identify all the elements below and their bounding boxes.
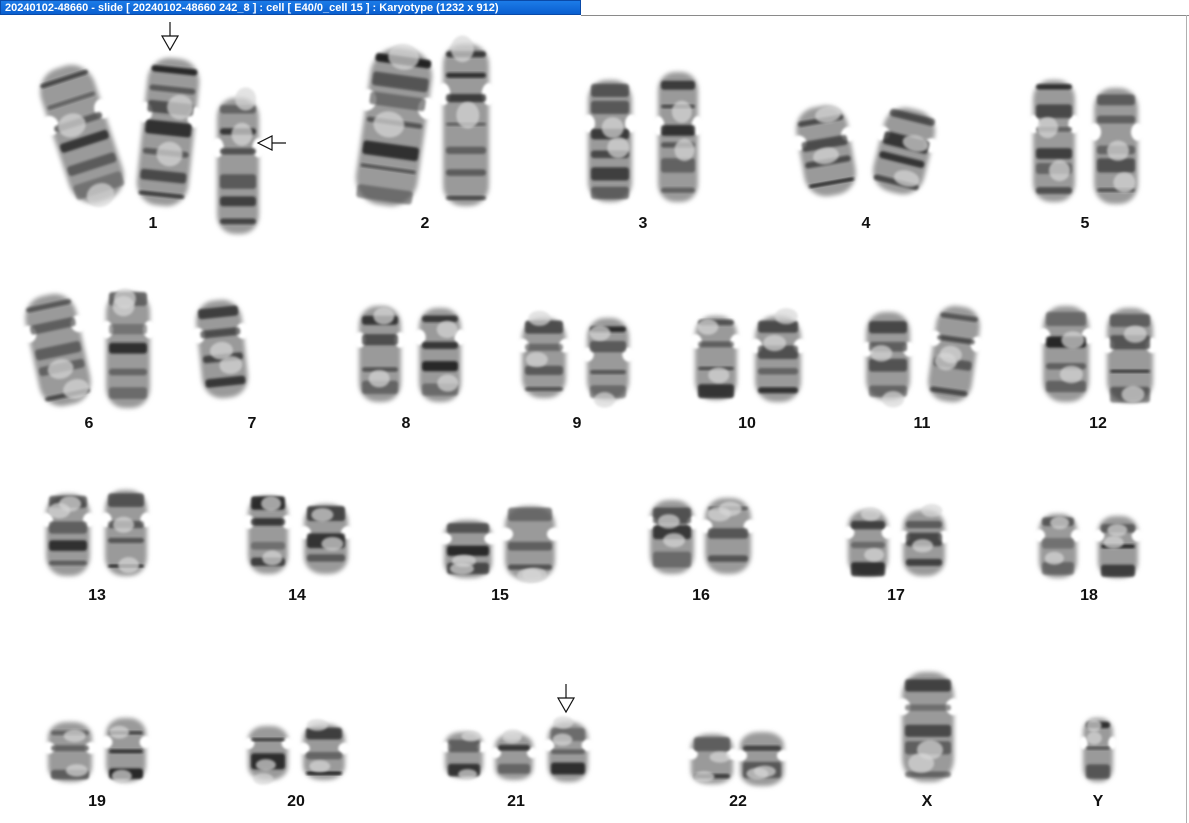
chromosome-17-1[interactable]: [841, 507, 895, 577]
chromosome-19-1[interactable]: [40, 722, 100, 782]
chromosome-5-1[interactable]: [1026, 80, 1082, 202]
chromosome-21-3[interactable]: [541, 716, 595, 782]
chromosome-10-2[interactable]: [747, 308, 809, 402]
chromosome-21-2[interactable]: [488, 729, 540, 780]
chromosome-3-2[interactable]: [651, 72, 705, 202]
chromosome-label-11: 11: [914, 415, 931, 432]
chromosome-6-1[interactable]: [13, 288, 103, 412]
chromosome-2-2[interactable]: [435, 35, 497, 206]
chromosome-20-1[interactable]: [241, 726, 295, 785]
chromosome-14-2[interactable]: [296, 504, 356, 574]
chromosome-21-1[interactable]: [438, 730, 490, 780]
chromosome-label-22: 22: [729, 793, 747, 810]
chromosome-22-1[interactable]: [684, 734, 740, 784]
chromosome-13-2[interactable]: [98, 490, 154, 576]
chromosome-label-18: 18: [1080, 587, 1098, 604]
chromosome-7-1[interactable]: [187, 297, 258, 401]
chromosome-1-2[interactable]: [126, 55, 210, 209]
chromosome-18-1[interactable]: [1032, 514, 1084, 578]
chromosome-12-2[interactable]: [1099, 308, 1161, 403]
chromosome-label-16: 16: [692, 587, 710, 604]
chromosome-15-1[interactable]: [436, 520, 500, 578]
chromosome-8-1[interactable]: [352, 306, 408, 402]
chromosome-2-1[interactable]: [342, 38, 446, 211]
chromosome-1-3[interactable]: [210, 87, 266, 234]
chromosome-label-4: 4: [862, 215, 871, 232]
chromosome-18-2[interactable]: [1091, 516, 1145, 578]
chromosome-x-1[interactable]: [893, 672, 963, 782]
abnormality-arrow-icon: [556, 684, 576, 714]
chromosome-label-3: 3: [639, 215, 648, 232]
chromosome-4-2[interactable]: [860, 101, 947, 201]
chromosome-20-2[interactable]: [296, 718, 352, 780]
chromosome-8-2[interactable]: [412, 308, 468, 402]
chromosome-3-1[interactable]: [580, 80, 640, 202]
chromosome-y-1[interactable]: [1078, 718, 1118, 782]
chromosome-4-1[interactable]: [784, 101, 867, 202]
chromosome-5-2[interactable]: [1086, 88, 1146, 204]
chromosome-label-x: X: [922, 793, 933, 810]
chromosome-label-7: 7: [248, 415, 257, 432]
chromosome-16-1[interactable]: [642, 500, 702, 574]
chromosome-label-12: 12: [1089, 415, 1107, 432]
chromosome-label-8: 8: [402, 415, 411, 432]
chromosome-label-21: 21: [507, 793, 525, 810]
karyotype-panel: 1 2 3 4 56 7 8 9 10 11 1213 14 15 16 17 1819 20 21 22 X Y: [13, 22, 1161, 810]
chromosome-22-2[interactable]: [732, 732, 792, 786]
chromosome-label-9: 9: [573, 415, 582, 432]
chromosome-label-2: 2: [421, 215, 430, 232]
chromosome-label-17: 17: [887, 587, 905, 604]
chromosome-17-2[interactable]: [896, 503, 952, 576]
chromosome-19-2[interactable]: [99, 718, 153, 783]
chromosome-10-1[interactable]: [688, 316, 744, 400]
chromosome-13-1[interactable]: [38, 494, 98, 576]
chromosome-12-1[interactable]: [1035, 306, 1097, 402]
chromosome-label-15: 15: [491, 587, 509, 604]
chromosome-1-1[interactable]: [25, 56, 140, 217]
chromosome-9-1[interactable]: [514, 310, 574, 398]
chromosome-label-20: 20: [287, 793, 305, 810]
chromosome-label-1: 1: [149, 215, 158, 232]
chromosome-16-2[interactable]: [697, 498, 759, 574]
chromosome-9-2[interactable]: [580, 318, 636, 408]
abnormality-arrow-icon: [160, 22, 180, 52]
chromosome-6-2[interactable]: [98, 288, 158, 408]
chromosome-11-2[interactable]: [919, 302, 990, 405]
chromosome-14-1[interactable]: [241, 496, 295, 574]
chromosome-label-y: Y: [1093, 793, 1104, 810]
chromosome-label-6: 6: [85, 415, 94, 432]
chromosome-label-10: 10: [738, 415, 756, 432]
chromosome-label-14: 14: [288, 587, 306, 604]
chromosome-label-5: 5: [1081, 215, 1090, 232]
chromosome-label-19: 19: [88, 793, 106, 810]
chromosome-11-1[interactable]: [858, 312, 918, 408]
chromosome-15-2[interactable]: [497, 506, 563, 583]
chromosome-label-13: 13: [88, 587, 106, 604]
